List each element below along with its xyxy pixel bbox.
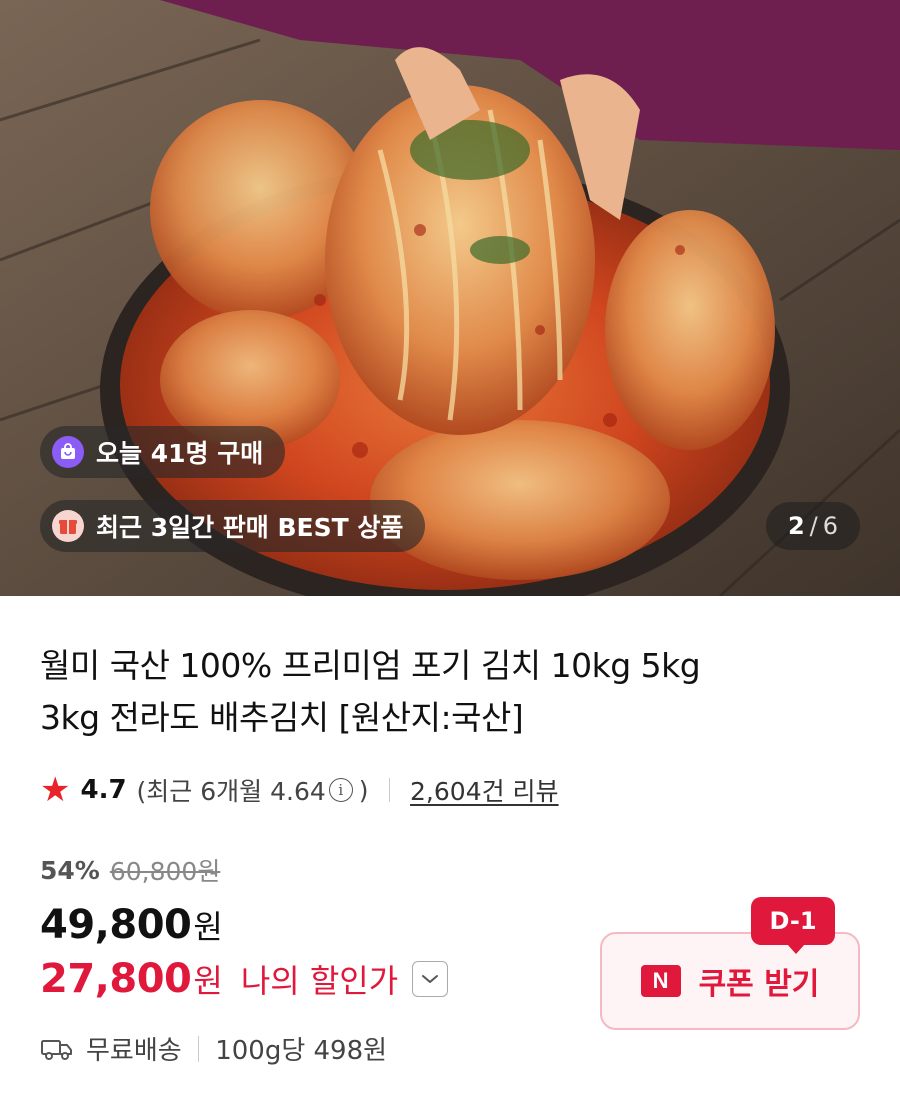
current-image-number: 2 xyxy=(787,512,805,540)
my-price-unit: 원 xyxy=(193,962,223,1000)
product-title-line1: 월미 국산 100% 프리미엄 포기 김치 10kg 5kg xyxy=(40,646,701,685)
recent-rating: (최근 6개월 4.64 i ) xyxy=(137,772,369,808)
coupon-label: 쿠폰 받기 xyxy=(698,967,820,1002)
shipping-label: 무료배송 xyxy=(86,1036,182,1066)
my-price-label: 나의 할인가 xyxy=(240,962,399,1000)
rating-divider xyxy=(388,778,391,802)
purchase-count-text: 오늘 41명 구매 xyxy=(96,439,264,468)
naver-logo-icon: N xyxy=(640,965,681,997)
product-image-carousel[interactable]: 오늘 41명 구매 최근 3일간 판매 BEST 상품 2 / 6 xyxy=(0,0,900,596)
product-title: 월미 국산 100% 프리미엄 포기 김치 10kg 5kg 3kg 전라도 배… xyxy=(40,640,860,744)
best-seller-badge: 최근 3일간 판매 BEST 상품 xyxy=(40,500,426,552)
coupon-button[interactable]: N 쿠폰 받기 xyxy=(600,932,860,1030)
product-info: 월미 국산 100% 프리미엄 포기 김치 10kg 5kg 3kg 전라도 배… xyxy=(0,596,900,1109)
discount-row: 54% 60,800원 xyxy=(40,852,860,888)
shipping-row: 무료배송 100g당 498원 xyxy=(40,1030,860,1067)
chevron-down-icon[interactable] xyxy=(412,961,449,997)
recent-rating-text: (최근 6개월 4.64 xyxy=(136,777,326,806)
product-title-line2: 3kg 전라도 배추김치 [원산지:국산] xyxy=(40,698,524,737)
gift-box-icon xyxy=(52,510,84,542)
shipping-divider xyxy=(197,1035,200,1062)
my-price: 27,800 xyxy=(40,956,192,1002)
coupon-dday-badge: D-1 xyxy=(751,897,835,954)
recent-rating-close: ) xyxy=(358,775,369,805)
sale-price-unit: 원 xyxy=(193,908,223,946)
total-image-count: 6 xyxy=(822,512,839,540)
review-count-link[interactable]: 2,604건 리뷰 xyxy=(410,772,559,808)
shopping-bag-icon xyxy=(52,436,84,468)
purchase-count-badge: 오늘 41명 구매 xyxy=(40,426,286,478)
rating-row: ★ 4.7 (최근 6개월 4.64 i ) 2,604건 리뷰 xyxy=(40,770,860,810)
info-icon[interactable]: i xyxy=(328,778,353,802)
rating-score: 4.7 xyxy=(80,775,127,805)
sale-price: 49,800 xyxy=(40,902,192,948)
best-seller-text: 최근 3일간 판매 BEST 상품 xyxy=(96,513,404,542)
counter-separator: / xyxy=(809,512,818,540)
image-counter: 2 / 6 xyxy=(766,502,860,550)
original-price: 60,800원 xyxy=(109,857,221,886)
unit-price: 100g당 498원 xyxy=(215,1036,388,1066)
star-icon: ★ xyxy=(40,770,71,810)
truck-icon xyxy=(40,1037,74,1061)
discount-percent: 54% xyxy=(40,855,100,885)
